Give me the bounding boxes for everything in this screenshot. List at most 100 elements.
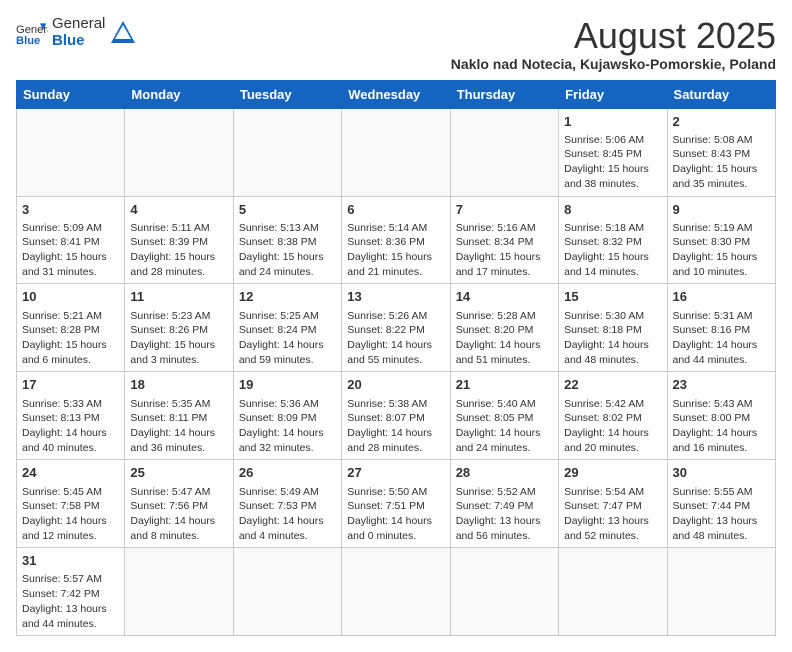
- day-number: 28: [456, 464, 553, 482]
- day-info: Sunrise: 5:06 AM Sunset: 8:45 PM Dayligh…: [564, 133, 661, 192]
- calendar-week-row: 3 Sunrise: 5:09 AM Sunset: 8:41 PM Daylig…: [17, 196, 776, 284]
- day-info: Sunrise: 5:14 AM Sunset: 8:36 PM Dayligh…: [347, 221, 444, 280]
- calendar-day-cell: [559, 548, 667, 636]
- day-number: 26: [239, 464, 336, 482]
- day-info: Sunrise: 5:23 AM Sunset: 8:26 PM Dayligh…: [130, 309, 227, 368]
- calendar-day-cell: 4 Sunrise: 5:11 AM Sunset: 8:39 PM Daylig…: [125, 196, 233, 284]
- calendar-day-cell: 3 Sunrise: 5:09 AM Sunset: 8:41 PM Daylig…: [17, 196, 125, 284]
- day-info: Sunrise: 5:19 AM Sunset: 8:30 PM Dayligh…: [673, 221, 770, 280]
- calendar-day-cell: 22 Sunrise: 5:42 AM Sunset: 8:02 PM Dayli…: [559, 372, 667, 460]
- day-info: Sunrise: 5:16 AM Sunset: 8:34 PM Dayligh…: [456, 221, 553, 280]
- location-title: Naklo nad Notecia, Kujawsko-Pomorskie, P…: [451, 56, 776, 72]
- day-number: 10: [22, 288, 119, 306]
- day-number: 1: [564, 113, 661, 131]
- day-number: 17: [22, 376, 119, 394]
- calendar-day-cell: 30Sunrise: 5:55 AM Sunset: 7:44 PM Dayli…: [667, 460, 775, 548]
- calendar-day-cell: 11Sunrise: 5:23 AM Sunset: 8:26 PM Dayli…: [125, 284, 233, 372]
- day-number: 2: [673, 113, 770, 131]
- calendar-day-cell: 21Sunrise: 5:40 AM Sunset: 8:05 PM Dayli…: [450, 372, 558, 460]
- day-info: Sunrise: 5:45 AM Sunset: 7:58 PM Dayligh…: [22, 485, 119, 544]
- svg-text:Blue: Blue: [16, 35, 40, 47]
- calendar-day-cell: 16 Sunrise: 5:31 AM Sunset: 8:16 PM Dayli…: [667, 284, 775, 372]
- day-info: Sunrise: 5:30 AM Sunset: 8:18 PM Dayligh…: [564, 309, 661, 368]
- day-info: Sunrise: 5:52 AM Sunset: 7:49 PM Dayligh…: [456, 485, 553, 544]
- generalblue-logo-icon: General Blue: [16, 19, 48, 47]
- day-info: Sunrise: 5:08 AM Sunset: 8:43 PM Dayligh…: [673, 133, 770, 192]
- day-of-week-header: Friday: [559, 80, 667, 108]
- day-info: Sunrise: 5:31 AM Sunset: 8:16 PM Dayligh…: [673, 309, 770, 368]
- day-of-week-header: Monday: [125, 80, 233, 108]
- day-info: Sunrise: 5:38 AM Sunset: 8:07 PM Dayligh…: [347, 397, 444, 456]
- day-number: 6: [347, 201, 444, 219]
- calendar-week-row: 24 Sunrise: 5:45 AM Sunset: 7:58 PM Dayli…: [17, 460, 776, 548]
- day-info: Sunrise: 5:40 AM Sunset: 8:05 PM Dayligh…: [456, 397, 553, 456]
- day-info: Sunrise: 5:36 AM Sunset: 8:09 PM Dayligh…: [239, 397, 336, 456]
- calendar-week-row: 1 Sunrise: 5:06 AM Sunset: 8:45 PM Daylig…: [17, 108, 776, 196]
- day-of-week-header: Saturday: [667, 80, 775, 108]
- day-number: 15: [564, 288, 661, 306]
- calendar-day-cell: 1 Sunrise: 5:06 AM Sunset: 8:45 PM Daylig…: [559, 108, 667, 196]
- calendar-day-cell: 29Sunrise: 5:54 AM Sunset: 7:47 PM Dayli…: [559, 460, 667, 548]
- calendar-day-cell: 19 Sunrise: 5:36 AM Sunset: 8:09 PM Dayli…: [233, 372, 341, 460]
- day-info: Sunrise: 5:13 AM Sunset: 8:38 PM Dayligh…: [239, 221, 336, 280]
- day-number: 24: [22, 464, 119, 482]
- day-number: 4: [130, 201, 227, 219]
- day-info: Sunrise: 5:09 AM Sunset: 8:41 PM Dayligh…: [22, 221, 119, 280]
- day-info: Sunrise: 5:26 AM Sunset: 8:22 PM Dayligh…: [347, 309, 444, 368]
- calendar-header-row: SundayMondayTuesdayWednesdayThursdayFrid…: [17, 80, 776, 108]
- day-info: Sunrise: 5:54 AM Sunset: 7:47 PM Dayligh…: [564, 485, 661, 544]
- month-title: August 2025: [451, 16, 776, 56]
- day-info: Sunrise: 5:18 AM Sunset: 8:32 PM Dayligh…: [564, 221, 661, 280]
- calendar-day-cell: [17, 108, 125, 196]
- day-info: Sunrise: 5:55 AM Sunset: 7:44 PM Dayligh…: [673, 485, 770, 544]
- calendar-week-row: 31Sunrise: 5:57 AM Sunset: 7:42 PM Dayli…: [17, 548, 776, 636]
- day-number: 12: [239, 288, 336, 306]
- day-number: 27: [347, 464, 444, 482]
- calendar-day-cell: 6 Sunrise: 5:14 AM Sunset: 8:36 PM Daylig…: [342, 196, 450, 284]
- calendar-day-cell: 2 Sunrise: 5:08 AM Sunset: 8:43 PM Daylig…: [667, 108, 775, 196]
- day-number: 14: [456, 288, 553, 306]
- day-number: 3: [22, 201, 119, 219]
- day-info: Sunrise: 5:11 AM Sunset: 8:39 PM Dayligh…: [130, 221, 227, 280]
- calendar-week-row: 17 Sunrise: 5:33 AM Sunset: 8:13 PM Dayli…: [17, 372, 776, 460]
- calendar-day-cell: [125, 548, 233, 636]
- day-number: 5: [239, 201, 336, 219]
- calendar-day-cell: 20 Sunrise: 5:38 AM Sunset: 8:07 PM Dayli…: [342, 372, 450, 460]
- day-info: Sunrise: 5:35 AM Sunset: 8:11 PM Dayligh…: [130, 397, 227, 456]
- day-number: 25: [130, 464, 227, 482]
- calendar-day-cell: [233, 108, 341, 196]
- calendar-day-cell: 12 Sunrise: 5:25 AM Sunset: 8:24 PM Dayli…: [233, 284, 341, 372]
- calendar-day-cell: 15 Sunrise: 5:30 AM Sunset: 8:18 PM Dayli…: [559, 284, 667, 372]
- calendar-day-cell: 18 Sunrise: 5:35 AM Sunset: 8:11 PM Dayli…: [125, 372, 233, 460]
- day-number: 20: [347, 376, 444, 394]
- day-number: 9: [673, 201, 770, 219]
- calendar-day-cell: [125, 108, 233, 196]
- day-info: Sunrise: 5:42 AM Sunset: 8:02 PM Dayligh…: [564, 397, 661, 456]
- calendar-day-cell: 23Sunrise: 5:43 AM Sunset: 8:00 PM Dayli…: [667, 372, 775, 460]
- day-number: 31: [22, 552, 119, 570]
- day-of-week-header: Wednesday: [342, 80, 450, 108]
- day-info: Sunrise: 5:50 AM Sunset: 7:51 PM Dayligh…: [347, 485, 444, 544]
- calendar-day-cell: [342, 108, 450, 196]
- day-number: 18: [130, 376, 227, 394]
- day-number: 16: [673, 288, 770, 306]
- day-info: Sunrise: 5:47 AM Sunset: 7:56 PM Dayligh…: [130, 485, 227, 544]
- calendar-day-cell: 26Sunrise: 5:49 AM Sunset: 7:53 PM Dayli…: [233, 460, 341, 548]
- calendar-day-cell: 31Sunrise: 5:57 AM Sunset: 7:42 PM Dayli…: [17, 548, 125, 636]
- day-number: 22: [564, 376, 661, 394]
- day-info: Sunrise: 5:43 AM Sunset: 8:00 PM Dayligh…: [673, 397, 770, 456]
- calendar-day-cell: 13Sunrise: 5:26 AM Sunset: 8:22 PM Dayli…: [342, 284, 450, 372]
- calendar-day-cell: 5 Sunrise: 5:13 AM Sunset: 8:38 PM Daylig…: [233, 196, 341, 284]
- calendar-day-cell: 8 Sunrise: 5:18 AM Sunset: 8:32 PM Daylig…: [559, 196, 667, 284]
- page-header: General Blue General Blue August 2025 Na…: [16, 16, 776, 72]
- calendar-day-cell: 25 Sunrise: 5:47 AM Sunset: 7:56 PM Dayli…: [125, 460, 233, 548]
- calendar-day-cell: 27 Sunrise: 5:50 AM Sunset: 7:51 PM Dayli…: [342, 460, 450, 548]
- day-number: 19: [239, 376, 336, 394]
- calendar-day-cell: [667, 548, 775, 636]
- logo-general-text: General: [52, 16, 105, 33]
- calendar-day-cell: 24 Sunrise: 5:45 AM Sunset: 7:58 PM Dayli…: [17, 460, 125, 548]
- day-info: Sunrise: 5:25 AM Sunset: 8:24 PM Dayligh…: [239, 309, 336, 368]
- logo: General Blue General Blue: [16, 16, 137, 49]
- day-number: 8: [564, 201, 661, 219]
- day-info: Sunrise: 5:33 AM Sunset: 8:13 PM Dayligh…: [22, 397, 119, 456]
